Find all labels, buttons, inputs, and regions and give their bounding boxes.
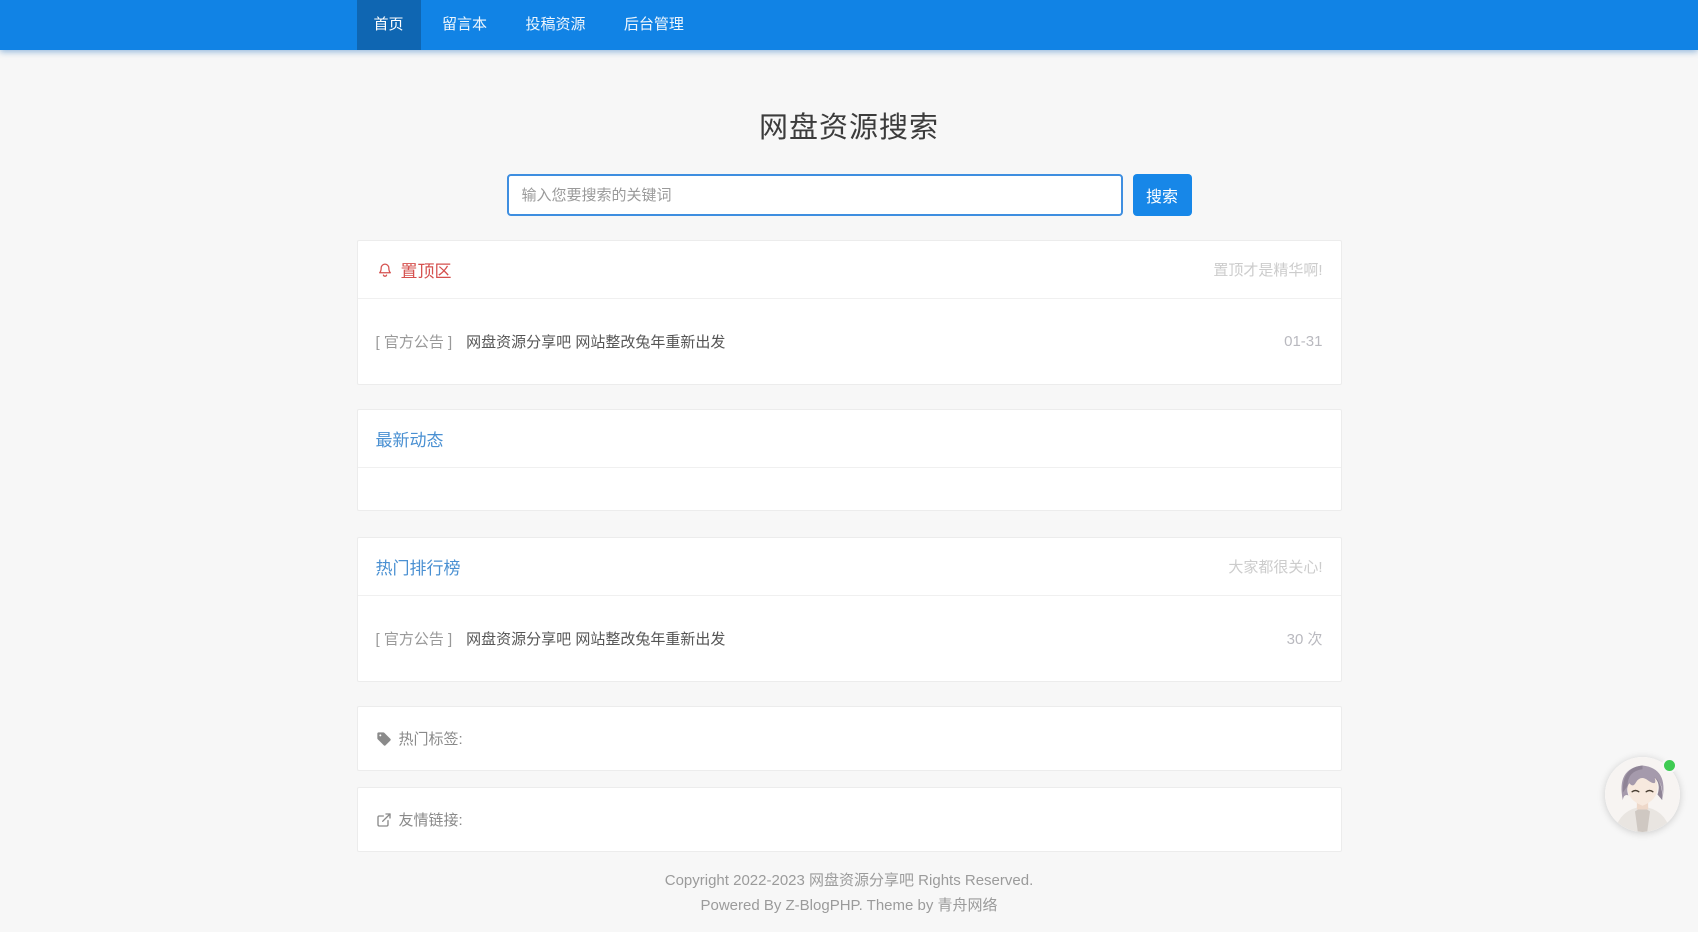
bell-icon [376,261,394,279]
hot-ranking-hint: 大家都很关心! [1228,556,1322,577]
floating-avatar-widget[interactable] [1605,757,1680,832]
tag-icon [376,731,392,747]
hot-tags-row: 热门标签: [358,707,1341,770]
hot-ranking-title: 热门排行榜 [376,554,461,579]
top-navbar: 首页 留言本 投稿资源 后台管理 [0,0,1698,50]
page-footer: Copyright 2022-2023 网盘资源分享吧 Rights Reser… [357,868,1342,918]
latest-section-title-text: 最新动态 [376,426,444,451]
post-title-link[interactable]: 网盘资源分享吧 网站整改兔年重新出发 [466,628,725,649]
nav-item-home[interactable]: 首页 [357,0,421,50]
post-category-link[interactable]: [ 官方公告 ] [376,628,453,649]
pinned-section-header: 置顶区 置顶才是精华啊! [358,241,1341,298]
post-category-link[interactable]: [ 官方公告 ] [376,331,453,352]
post-title-link[interactable]: 网盘资源分享吧 网站整改兔年重新出发 [466,331,725,352]
latest-section: 最新动态 [357,409,1342,511]
latest-empty-row [358,467,1341,510]
hot-tags-section: 热门标签: [357,706,1342,771]
friend-links-label: 友情链接: [399,809,463,830]
pinned-section-title-text: 置顶区 [401,257,452,282]
search-input[interactable] [507,174,1123,216]
pinned-section-hint: 置顶才是精华啊! [1213,259,1322,280]
external-link-icon [376,812,392,828]
page-title: 网盘资源搜索 [357,104,1342,146]
pinned-section-title: 置顶区 [376,257,452,282]
search-button[interactable]: 搜索 [1133,174,1192,216]
nav-item-submit-resource[interactable]: 投稿资源 [508,0,602,50]
nav-item-admin[interactable]: 后台管理 [607,0,701,50]
powered-by-line: Powered By Z-BlogPHP. Theme by 青舟网络 [357,893,1342,918]
nav-item-guestbook[interactable]: 留言本 [425,0,504,50]
hot-tags-label: 热门标签: [399,728,463,749]
main-content: 网盘资源搜索 搜索 置顶区 置顶才是精华啊! [ 官方公告 ] 网盘资源分享吧 … [357,104,1342,918]
copyright-line: Copyright 2022-2023 网盘资源分享吧 Rights Reser… [357,868,1342,893]
search-bar: 搜索 [357,174,1342,216]
hot-ranking-title-text: 热门排行榜 [376,554,461,579]
hot-ranking-section: 热门排行榜 大家都很关心! [ 官方公告 ] 网盘资源分享吧 网站整改兔年重新出… [357,537,1342,682]
pinned-section: 置顶区 置顶才是精华啊! [ 官方公告 ] 网盘资源分享吧 网站整改兔年重新出发… [357,240,1342,385]
pinned-list-item: [ 官方公告 ] 网盘资源分享吧 网站整改兔年重新出发 01-31 [358,298,1341,384]
friend-links-row: 友情链接: [358,788,1341,851]
friend-links-section: 友情链接: [357,787,1342,852]
latest-section-title: 最新动态 [376,426,444,451]
nav-items-container: 首页 留言本 投稿资源 后台管理 [357,0,1342,50]
online-status-dot [1662,758,1677,773]
latest-section-header: 最新动态 [358,410,1341,467]
post-view-count: 30 次 [1287,628,1323,649]
hot-list-item: [ 官方公告 ] 网盘资源分享吧 网站整改兔年重新出发 30 次 [358,595,1341,681]
hot-ranking-header: 热门排行榜 大家都很关心! [358,538,1341,595]
post-date: 01-31 [1284,333,1322,350]
